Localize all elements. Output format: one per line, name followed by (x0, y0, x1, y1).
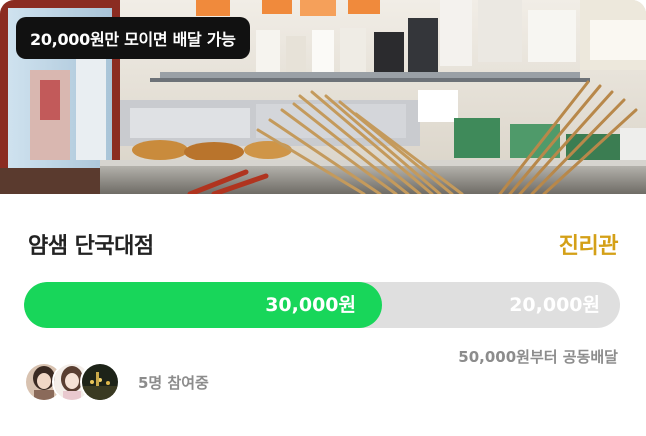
delivery-threshold-badge: 20,000원 만 모이면 배달 가능 (16, 17, 250, 59)
pickup-location: 진리관 (558, 234, 619, 259)
min-order-text: 50,000원부터 공동배달 (458, 348, 618, 366)
remaining-amount: 20,000원 (509, 294, 600, 316)
group-order-card[interactable]: 20,000원 만 모이면 배달 가능 얌샘 단국대점 진리관 30,000원 2… (0, 0, 646, 436)
collected-amount: 30,000원 (265, 294, 356, 316)
store-name: 얌샘 단국대점 (28, 234, 154, 259)
order-progress-bar: 30,000원 20,000원 (24, 282, 620, 328)
store-photo: 20,000원 만 모이면 배달 가능 (0, 0, 646, 194)
threshold-amount: 20,000원 (30, 30, 105, 49)
avatar (80, 362, 120, 402)
threshold-text: 만 모이면 배달 가능 (104, 30, 236, 49)
participant-count: 5명 참여중 (138, 374, 209, 392)
